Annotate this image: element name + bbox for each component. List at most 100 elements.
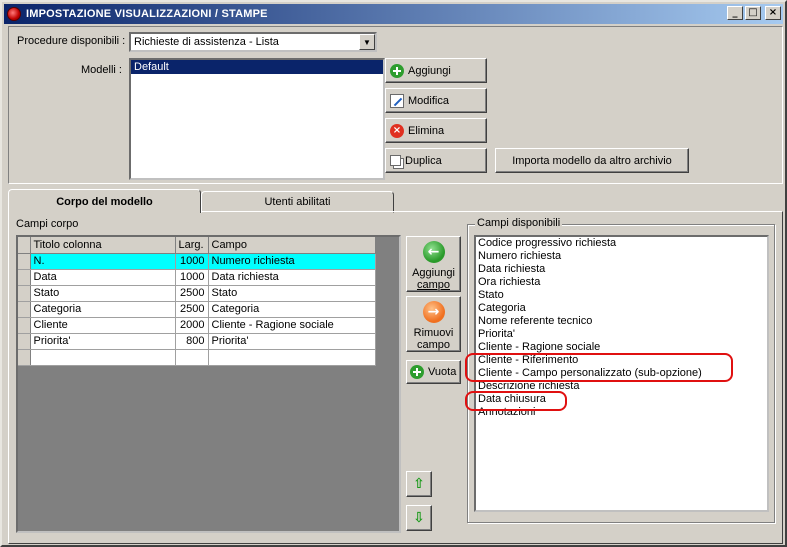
plus-icon <box>410 365 424 379</box>
list-item[interactable]: Cliente - Ragione sociale <box>478 341 767 354</box>
cell-campo[interactable]: Data richiesta <box>208 269 376 286</box>
title-bar[interactable]: IMPOSTAZIONE VISUALIZZAZIONI / STAMPE _ … <box>4 4 783 24</box>
list-item[interactable]: Annotazioni <box>478 406 767 419</box>
arrow-left-icon: ← <box>422 241 445 263</box>
column-header-larg[interactable]: Larg. <box>175 237 209 254</box>
top-panel: Procedure disponibili : Richieste di ass… <box>8 26 783 184</box>
cell-titolo[interactable]: Cliente <box>30 317 176 334</box>
app-icon <box>7 7 21 21</box>
plus-icon <box>390 63 404 78</box>
list-item[interactable]: Ora richiesta <box>478 276 767 289</box>
delete-icon: × <box>390 123 404 138</box>
cell-titolo[interactable] <box>30 349 176 366</box>
cell-campo[interactable]: Categoria <box>208 301 376 318</box>
row-indicator[interactable] <box>18 349 31 366</box>
add-model-label: Aggiungi <box>408 64 451 77</box>
delete-model-button[interactable]: × Elimina <box>385 118 487 143</box>
modelli-item-default[interactable]: Default <box>131 60 383 74</box>
table-row[interactable]: Data 1000 Data richiesta <box>18 269 376 286</box>
table-row[interactable]: Categoria 2500 Categoria <box>18 301 376 318</box>
duplicate-model-label: Duplica <box>405 154 442 167</box>
list-item[interactable]: Cliente - Campo personalizzato (sub-opzi… <box>478 367 767 380</box>
list-item[interactable]: Data chiusura <box>478 393 767 406</box>
cell-campo[interactable]: Stato <box>208 285 376 302</box>
edit-model-label: Modifica <box>408 94 449 107</box>
arrow-down-icon: ⇩ <box>413 510 425 526</box>
cell-titolo[interactable]: Categoria <box>30 301 176 318</box>
duplicate-icon <box>390 155 401 166</box>
cell-larg[interactable]: 1000 <box>175 253 209 270</box>
cell-larg[interactable]: 2500 <box>175 301 209 318</box>
clear-fields-button[interactable]: Vuota <box>406 360 461 384</box>
list-item[interactable]: Priorita' <box>478 328 767 341</box>
cell-titolo[interactable]: Priorita' <box>30 333 176 350</box>
cell-titolo[interactable]: Stato <box>30 285 176 302</box>
import-model-button[interactable]: Importa modello da altro archivio <box>495 148 689 173</box>
cell-campo[interactable]: Priorita' <box>208 333 376 350</box>
procedure-label: Procedure disponibili : <box>17 35 126 47</box>
minimize-button[interactable]: _ <box>727 6 743 20</box>
chevron-down-icon[interactable]: ▼ <box>359 34 375 50</box>
row-indicator[interactable] <box>18 301 31 318</box>
list-item[interactable]: Codice progressivo richiesta <box>478 237 767 250</box>
cell-campo[interactable]: Numero richiesta <box>208 253 376 270</box>
cell-campo[interactable]: Cliente - Ragione sociale <box>208 317 376 334</box>
grid-header-row: Titolo colonna Larg. Campo <box>18 237 376 254</box>
remove-field-label-2: campo <box>416 339 451 351</box>
column-header-campo[interactable]: Campo <box>208 237 376 254</box>
list-item[interactable]: Nome referente tecnico <box>478 315 767 328</box>
tab-corpo-modello[interactable]: Corpo del modello <box>8 189 201 213</box>
list-item[interactable]: Data richiesta <box>478 263 767 276</box>
campi-corpo-label: Campi corpo <box>16 218 79 230</box>
move-down-button[interactable]: ⇩ <box>406 505 432 531</box>
cell-larg[interactable]: 1000 <box>175 269 209 286</box>
list-item[interactable]: Stato <box>478 289 767 302</box>
modelli-label: Modelli : <box>81 64 122 76</box>
cell-larg[interactable]: 2000 <box>175 317 209 334</box>
list-item[interactable]: Numero richiesta <box>478 250 767 263</box>
row-indicator[interactable] <box>18 333 31 350</box>
cell-larg[interactable]: 2500 <box>175 285 209 302</box>
duplicate-model-button[interactable]: Duplica <box>385 148 487 173</box>
campi-corpo-grid[interactable]: Titolo colonna Larg. Campo N. 1000 Numer… <box>16 235 401 533</box>
cell-larg[interactable] <box>175 349 209 366</box>
arrow-right-icon: → <box>422 301 445 323</box>
row-indicator[interactable] <box>18 317 31 334</box>
modelli-list[interactable]: Default <box>129 58 385 180</box>
row-indicator[interactable] <box>18 285 31 302</box>
edit-model-button[interactable]: Modifica <box>385 88 487 113</box>
clear-fields-label: Vuota <box>428 366 457 378</box>
table-row[interactable]: Cliente 2000 Cliente - Ragione sociale <box>18 317 376 334</box>
cell-larg[interactable]: 800 <box>175 333 209 350</box>
table-row[interactable]: Priorita' 800 Priorita' <box>18 333 376 350</box>
table-row-new[interactable] <box>18 349 376 366</box>
move-up-button[interactable]: ⇧ <box>406 471 432 497</box>
add-field-button[interactable]: ← Aggiungi campo <box>406 236 461 292</box>
arrow-up-icon: ⇧ <box>413 476 425 492</box>
table-row[interactable]: Stato 2500 Stato <box>18 285 376 302</box>
column-header-titolo[interactable]: Titolo colonna <box>30 237 176 254</box>
list-item[interactable]: Descrizione richiesta <box>478 380 767 393</box>
add-field-label-1: Aggiungi <box>412 267 455 279</box>
add-field-label-2: campo <box>416 279 451 291</box>
remove-field-label-1: Rimuovi <box>413 327 454 339</box>
list-item[interactable]: Categoria <box>478 302 767 315</box>
available-fields-label: Campi disponibili <box>475 217 563 229</box>
cell-campo[interactable] <box>208 349 376 366</box>
maximize-button[interactable]: □ <box>745 6 761 20</box>
window-controls: _ □ × <box>727 6 781 20</box>
remove-field-button[interactable]: → Rimuovi campo <box>406 296 461 352</box>
procedure-select[interactable]: Richieste di assistenza - Lista ▼ <box>129 32 377 52</box>
add-model-button[interactable]: Aggiungi <box>385 58 487 83</box>
procedure-select-value: Richieste di assistenza - Lista <box>134 36 279 48</box>
row-indicator[interactable] <box>18 269 31 286</box>
table-row[interactable]: N. 1000 Numero richiesta <box>18 253 376 270</box>
import-model-label: Importa modello da altro archivio <box>512 154 672 167</box>
available-fields-list[interactable]: Codice progressivo richiesta Numero rich… <box>474 235 769 512</box>
list-item[interactable]: Cliente - Riferimento <box>478 354 767 367</box>
tab-utenti-abilitati[interactable]: Utenti abilitati <box>201 191 394 213</box>
row-indicator[interactable] <box>18 253 31 270</box>
close-button[interactable]: × <box>765 6 781 20</box>
cell-titolo[interactable]: N. <box>30 253 176 270</box>
cell-titolo[interactable]: Data <box>30 269 176 286</box>
